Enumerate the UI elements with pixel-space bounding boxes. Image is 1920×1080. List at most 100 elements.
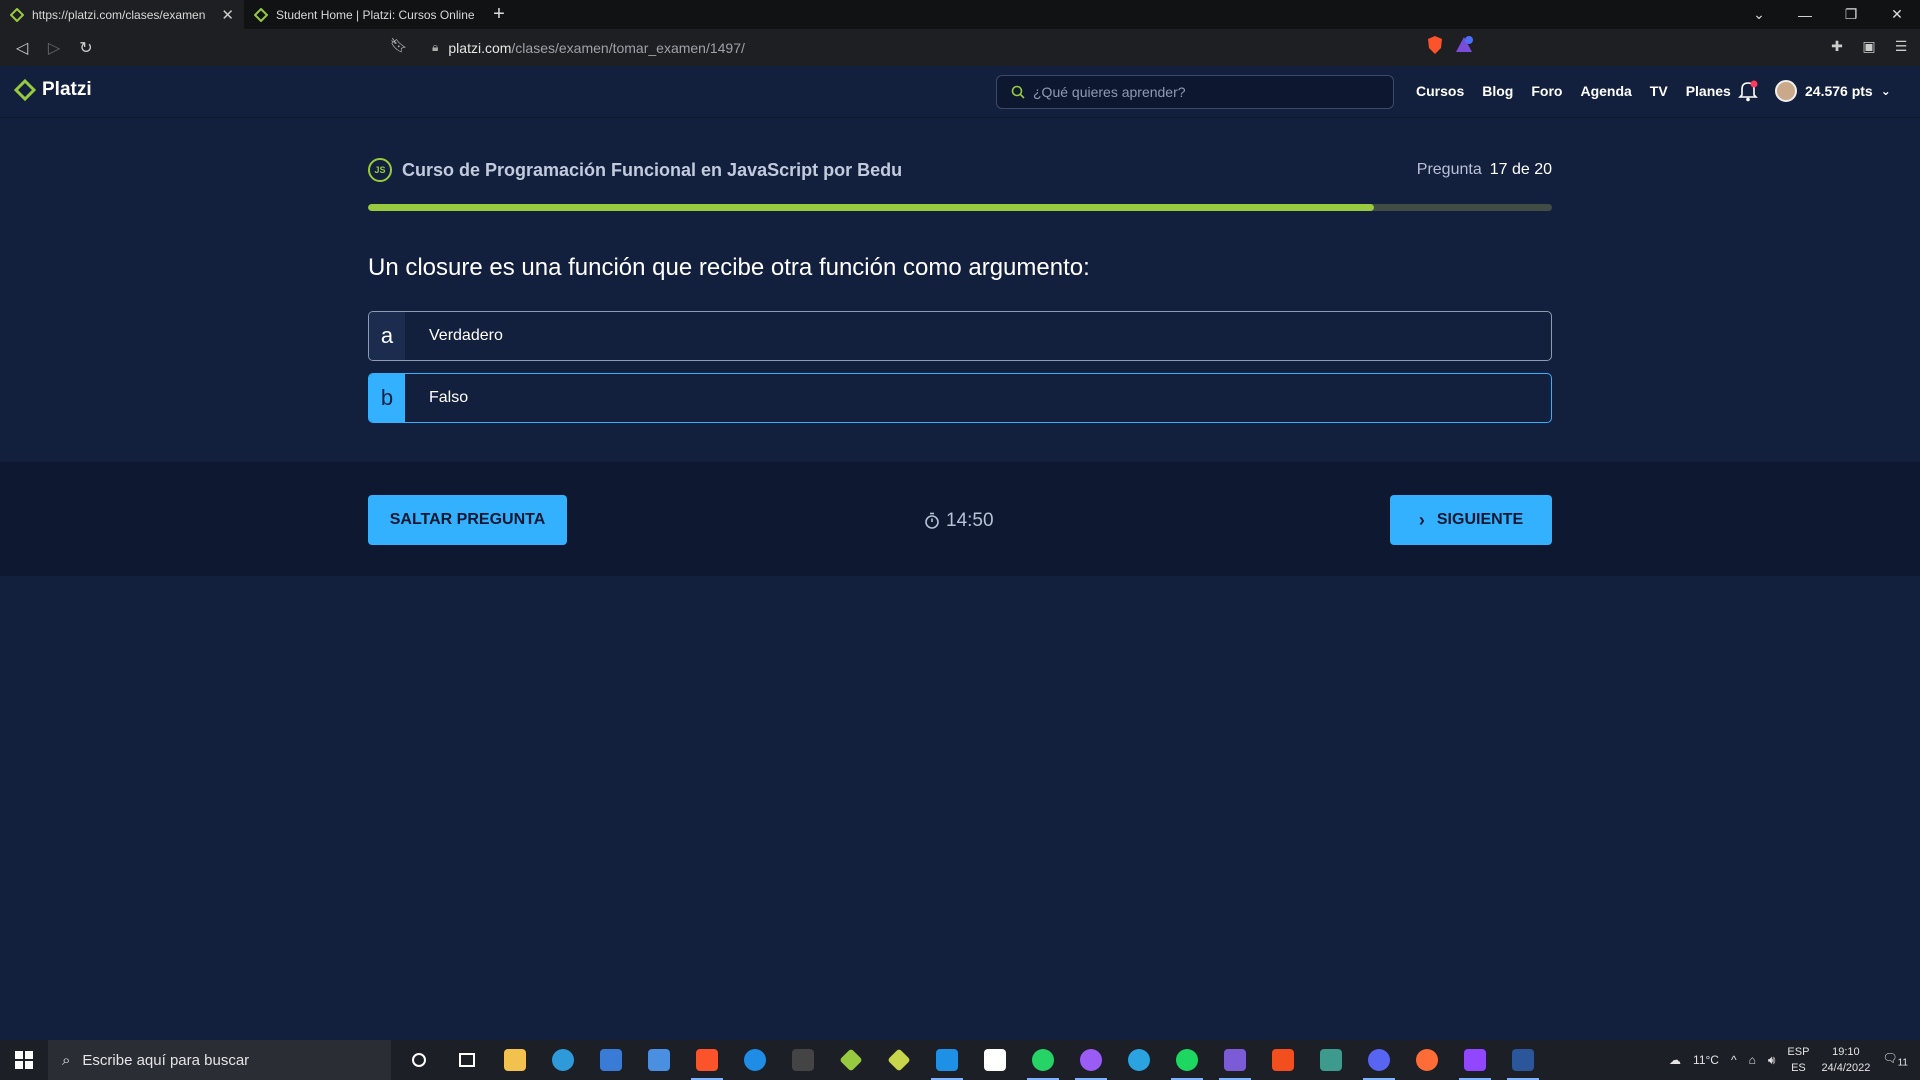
tab-student-home[interactable]: Student Home | Platzi: Cursos Online F bbox=[244, 0, 484, 29]
tab-exam[interactable]: https://platzi.com/clases/examen ✕ bbox=[0, 0, 244, 29]
store-icon[interactable] bbox=[587, 1040, 635, 1080]
postman-icon[interactable] bbox=[1403, 1040, 1451, 1080]
lang-bottom: ES bbox=[1791, 1062, 1806, 1074]
nav-agenda[interactable]: Agenda bbox=[1580, 83, 1631, 99]
search-icon: ⌕ bbox=[62, 1051, 71, 1069]
wallet-icon[interactable]: ▣ bbox=[1860, 35, 1878, 57]
language-indicator[interactable]: ESP ES bbox=[1787, 1044, 1809, 1076]
nav-foro[interactable]: Foro bbox=[1531, 83, 1562, 99]
question-text: Un closure es una función que recibe otr… bbox=[368, 254, 1090, 281]
brave-browser-icon[interactable] bbox=[683, 1040, 731, 1080]
option-text: Falso bbox=[429, 389, 469, 406]
user-points: 24.576 pts bbox=[1805, 83, 1873, 99]
messenger-icon[interactable] bbox=[1067, 1040, 1115, 1080]
terminal-icon[interactable] bbox=[779, 1040, 827, 1080]
question-counter: Pregunta 17 de 20 bbox=[1417, 161, 1552, 179]
user-menu[interactable]: 24.576 pts ⌄ bbox=[1775, 80, 1891, 102]
next-label: SIGUIENTE bbox=[1436, 511, 1524, 528]
back-icon[interactable]: ◁ bbox=[6, 32, 38, 64]
telegram-icon[interactable] bbox=[1115, 1040, 1163, 1080]
nav-cursos[interactable]: Cursos bbox=[1416, 83, 1464, 99]
weather-icon[interactable]: ☁︎ bbox=[1669, 1053, 1681, 1067]
windows-taskbar: ⌕ Escribe aquí para buscar ☁︎ 11°C ^ ⌂ 🔊… bbox=[0, 1040, 1920, 1080]
answer-option-a[interactable]: a Verdadero bbox=[368, 311, 1552, 361]
answer-option-b[interactable]: b Falso bbox=[368, 373, 1552, 423]
platzi-logo-icon bbox=[14, 79, 36, 101]
skip-label: SALTAR PREGUNTA bbox=[389, 511, 546, 528]
volume-icon[interactable]: 🔊︎ bbox=[1768, 1053, 1776, 1068]
option-letter: a bbox=[369, 312, 405, 360]
course-title: Curso de Programación Funcional en JavaS… bbox=[402, 159, 903, 180]
course-heading: JS Curso de Programación Funcional en Ja… bbox=[368, 158, 1552, 182]
js-course-badge-icon: JS bbox=[368, 158, 392, 182]
close-window-icon[interactable]: ✕ bbox=[1874, 0, 1920, 29]
notion-icon[interactable] bbox=[971, 1040, 1019, 1080]
nav-tv[interactable]: TV bbox=[1650, 83, 1668, 99]
figma-icon[interactable] bbox=[1259, 1040, 1307, 1080]
restore-icon[interactable]: ❐ bbox=[1828, 0, 1874, 29]
url-domain: platzi.com bbox=[448, 39, 512, 56]
edge-icon[interactable] bbox=[539, 1040, 587, 1080]
git-alt-icon[interactable] bbox=[875, 1040, 923, 1080]
timer-value: 14:50 bbox=[946, 510, 994, 531]
chevron-down-icon: ⌄ bbox=[1880, 84, 1891, 98]
platzi-favicon-icon bbox=[10, 7, 24, 22]
skip-question-button[interactable]: SALTAR PREGUNTA bbox=[368, 495, 567, 545]
windows-start-icon[interactable] bbox=[0, 1040, 48, 1080]
option-text: Verdadero bbox=[429, 327, 503, 344]
downloader-icon[interactable] bbox=[1307, 1040, 1355, 1080]
exam-actions: SALTAR PREGUNTA 14:50 › SIGUIENTE bbox=[0, 462, 1920, 576]
weather-temp: 11°C bbox=[1693, 1053, 1719, 1067]
reload-icon[interactable]: ↻ bbox=[70, 32, 102, 64]
bing-icon[interactable] bbox=[731, 1040, 779, 1080]
avatar bbox=[1775, 80, 1797, 102]
chevron-right-icon: › bbox=[1418, 509, 1425, 530]
discord-icon[interactable] bbox=[1355, 1040, 1403, 1080]
twitch-icon[interactable] bbox=[1451, 1040, 1499, 1080]
lock-icon: 🔒︎ bbox=[432, 40, 439, 54]
stopwatch-icon bbox=[925, 512, 939, 529]
notification-center-icon[interactable]: 🗨︎11 bbox=[1882, 1051, 1908, 1068]
bookmark-icon[interactable]: 🔖︎ bbox=[390, 37, 408, 54]
brave-shield-icon[interactable] bbox=[1426, 35, 1444, 55]
task-view-icon[interactable] bbox=[443, 1040, 491, 1080]
whatsapp-icon[interactable] bbox=[1019, 1040, 1067, 1080]
taskbar-search[interactable]: ⌕ Escribe aquí para buscar bbox=[48, 1040, 391, 1080]
puzzle-icon[interactable]: ✚ bbox=[1828, 35, 1846, 57]
file-explorer-icon[interactable] bbox=[491, 1040, 539, 1080]
lang-top: ESP bbox=[1787, 1046, 1810, 1058]
url-field[interactable]: 🔒︎ platzi.com/clases/examen/tomar_examen… bbox=[432, 34, 1552, 61]
browser-tab-bar: https://platzi.com/clases/examen ✕ Stude… bbox=[0, 0, 1920, 29]
new-tab-icon[interactable]: + bbox=[484, 0, 514, 29]
spotify-icon[interactable] bbox=[1163, 1040, 1211, 1080]
search-input[interactable] bbox=[1033, 84, 1363, 100]
menu-icon[interactable]: ☰ bbox=[1892, 35, 1910, 57]
next-button[interactable]: › SIGUIENTE bbox=[1390, 495, 1552, 545]
vscode-icon[interactable] bbox=[923, 1040, 971, 1080]
nav-blog[interactable]: Blog bbox=[1482, 83, 1513, 99]
tray-chevron-icon[interactable]: ^ bbox=[1731, 1053, 1737, 1067]
tab-search-chevron-icon[interactable]: ⌄ bbox=[1736, 0, 1782, 29]
platzi-logo[interactable]: Platzi bbox=[14, 79, 92, 101]
minimize-icon[interactable]: — bbox=[1782, 0, 1828, 29]
address-bar: ◁ ▷ ↻ 🔖︎ 🔒︎ platzi.com/clases/examen/tom… bbox=[0, 29, 1920, 66]
platzi-favicon-icon bbox=[254, 7, 268, 22]
obsidian-icon[interactable] bbox=[1211, 1040, 1259, 1080]
main-nav: Cursos Blog Foro Agenda TV Planes bbox=[1416, 83, 1731, 99]
search-box bbox=[996, 75, 1394, 109]
site-header: Platzi Cursos Blog Foro Agenda TV Planes… bbox=[0, 66, 1920, 118]
clock-date: 24/4/2022 bbox=[1821, 1062, 1871, 1074]
word-icon[interactable] bbox=[1499, 1040, 1547, 1080]
cortana-icon[interactable] bbox=[395, 1040, 443, 1080]
url-path: /clases/examen/tomar_examen/1497/ bbox=[511, 39, 745, 56]
notifications-bell-icon[interactable] bbox=[1738, 80, 1758, 107]
mail-icon[interactable] bbox=[635, 1040, 683, 1080]
close-tab-icon[interactable]: ✕ bbox=[221, 6, 234, 24]
git-icon[interactable] bbox=[827, 1040, 875, 1080]
clock[interactable]: 19:10 24/4/2022 bbox=[1821, 1044, 1870, 1076]
forward-icon[interactable]: ▷ bbox=[38, 32, 70, 64]
brave-rewards-icon[interactable] bbox=[1454, 35, 1474, 55]
network-icon[interactable]: ⌂ bbox=[1749, 1053, 1756, 1067]
brave-shields bbox=[1426, 35, 1474, 55]
nav-planes[interactable]: Planes bbox=[1686, 83, 1731, 99]
